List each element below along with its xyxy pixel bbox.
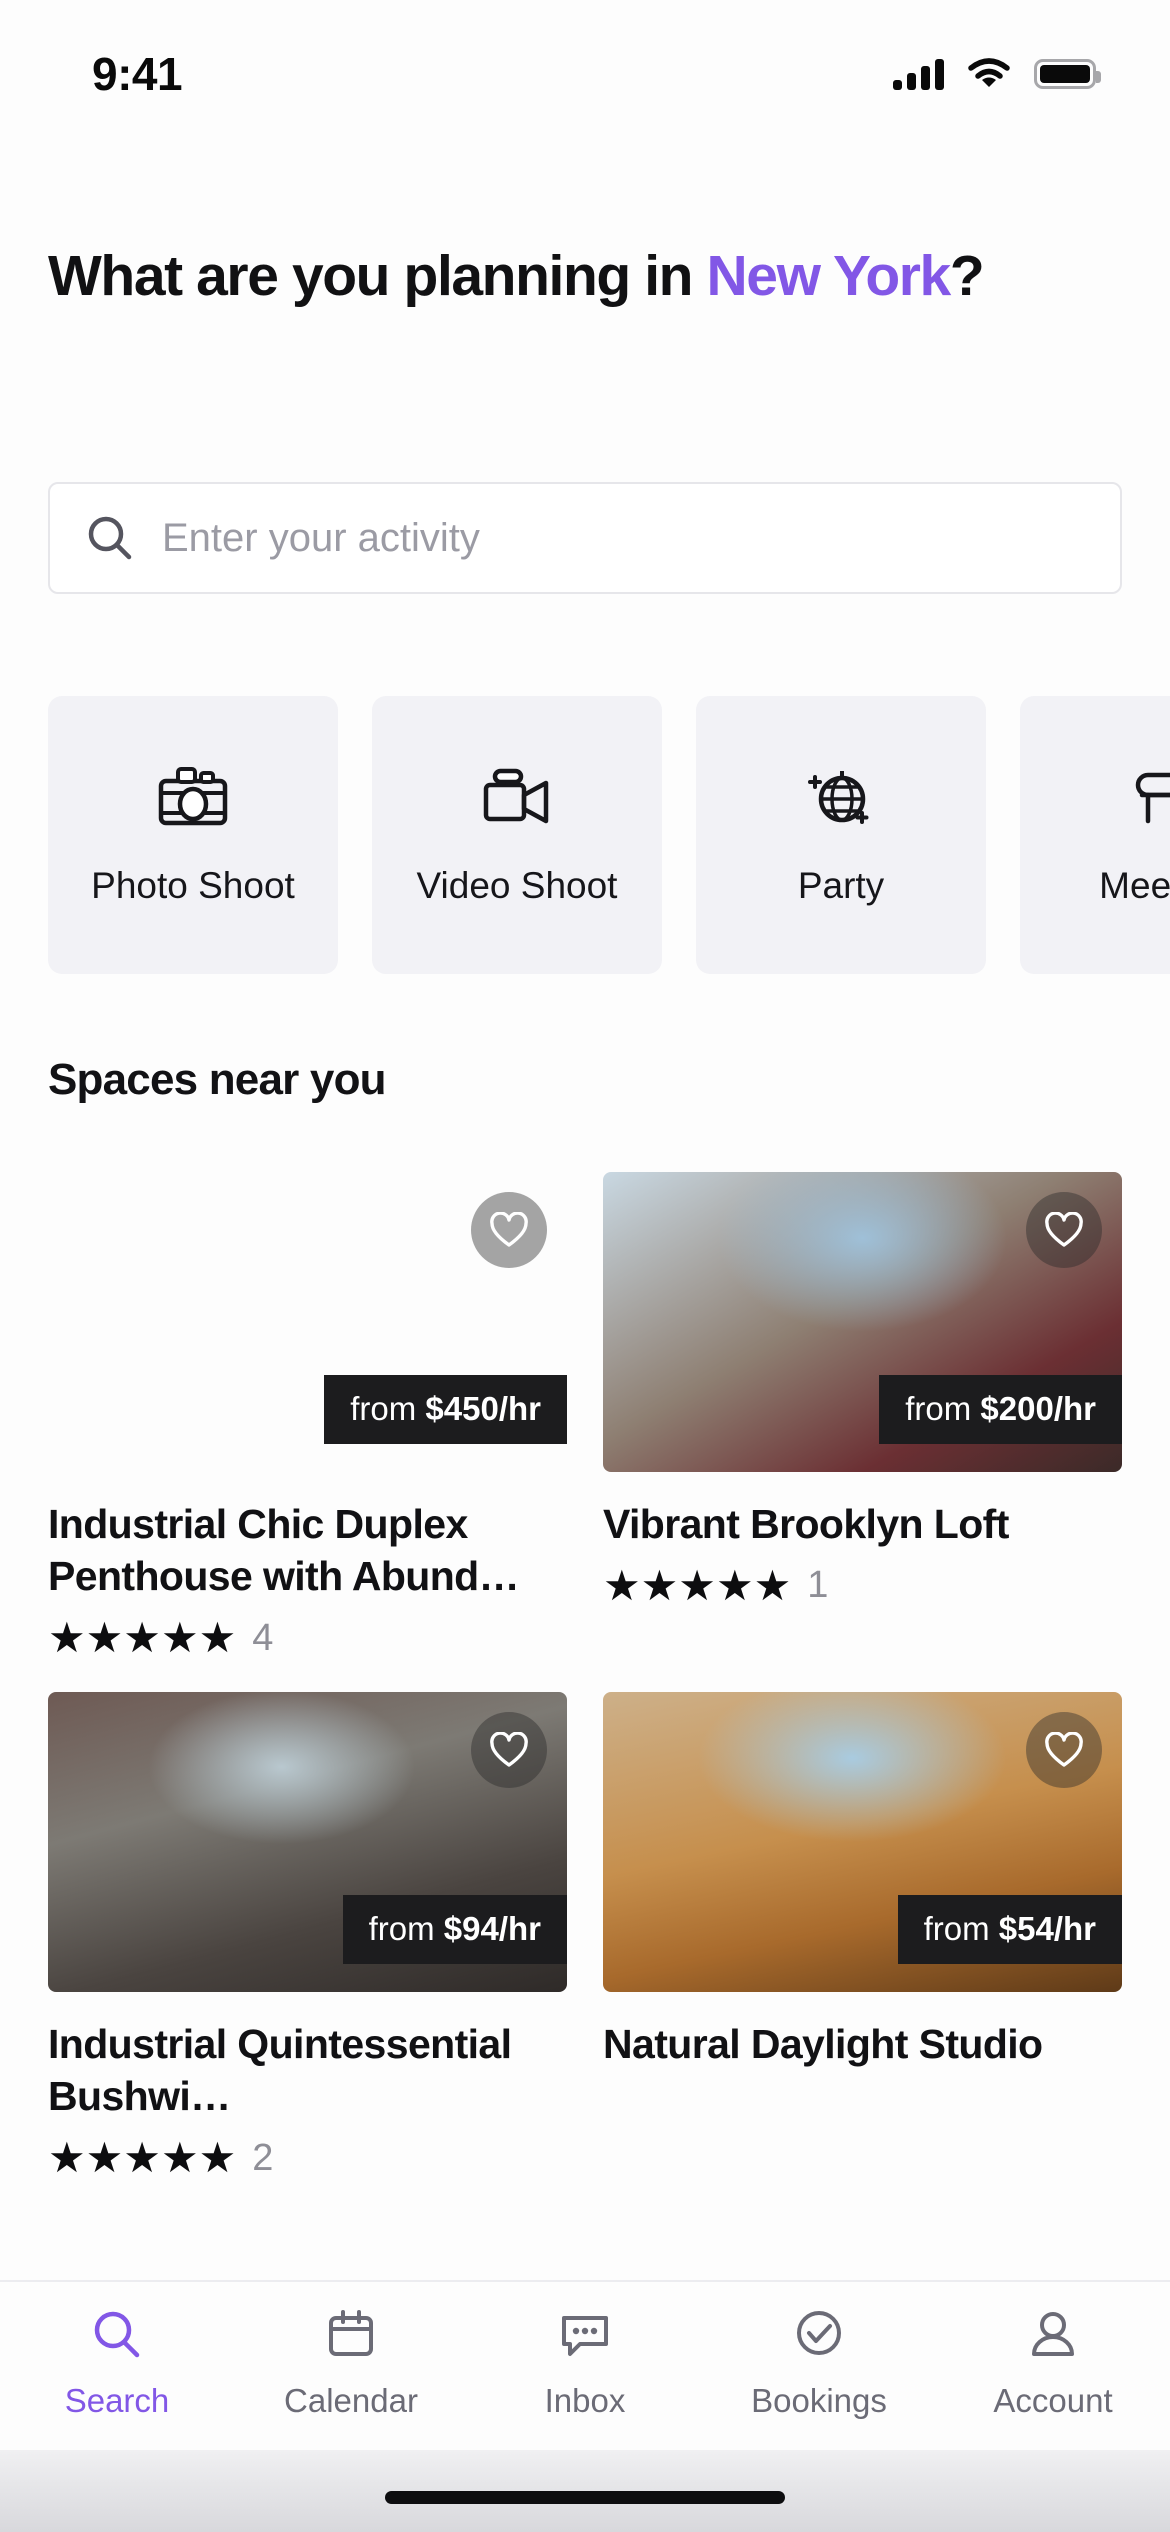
price-badge: from $54/hr <box>897 1894 1122 1964</box>
calendar-icon <box>329 2310 373 2356</box>
listing-photo[interactable]: from $200/hr <box>603 1172 1122 1472</box>
listing-photo[interactable]: from $450/hr <box>48 1172 567 1472</box>
search-icon <box>88 516 132 560</box>
disco-ball-icon <box>808 771 869 824</box>
search-icon <box>94 2311 140 2358</box>
price-prefix: from <box>368 1909 444 1947</box>
search-input[interactable]: Enter your activity <box>48 482 1122 594</box>
listing-card[interactable]: from $450/hr Industrial Chic Duplex Pent… <box>48 1172 567 1660</box>
battery-icon <box>1034 59 1101 89</box>
category-chip-photo-shoot[interactable]: Photo Shoot <box>48 696 338 974</box>
price-value: $450/hr <box>425 1390 541 1427</box>
page-title-prefix: What are you planning in <box>48 244 707 308</box>
search-placeholder: Enter your activity <box>162 515 480 560</box>
tab-label: Bookings <box>751 2382 887 2419</box>
listing-card[interactable]: from $94/hr Industrial Quintessential Bu… <box>48 1691 567 2180</box>
price-prefix: from <box>350 1390 426 1427</box>
status-bar: 9:41 <box>0 0 1170 140</box>
signal-bars-icon <box>893 58 944 90</box>
chat-bubble-icon <box>562 2316 608 2356</box>
chair-icon <box>1135 772 1170 824</box>
listing-photo[interactable]: from $94/hr <box>48 1691 567 1992</box>
price-badge: from $94/hr <box>342 1894 567 1964</box>
tab-label: Search <box>64 2382 170 2419</box>
favorite-button[interactable] <box>471 1711 547 1788</box>
listing-grid: from $450/hr Industrial Chic Duplex Pent… <box>48 1172 1122 2180</box>
listing-rating: ★★★★★ 1 <box>603 1564 1122 1607</box>
tab-inbox[interactable]: Inbox <box>468 2306 702 2420</box>
category-chip-video-shoot[interactable]: Video Shoot <box>372 696 662 974</box>
review-count: 4 <box>252 1616 274 1659</box>
listing-title: Natural Daylight Studio <box>603 2020 1043 2067</box>
page-title-suffix: ? <box>949 244 985 308</box>
check-circle-icon <box>797 2311 841 2355</box>
category-chip-meeting[interactable]: Meeting <box>1020 696 1170 974</box>
video-camera-icon <box>483 768 549 824</box>
tab-label: Inbox <box>544 2382 626 2419</box>
favorite-button[interactable] <box>471 1192 547 1268</box>
camera-icon <box>158 767 228 826</box>
tab-bookings[interactable]: Bookings <box>702 2306 936 2420</box>
price-badge: from $200/hr <box>879 1375 1122 1444</box>
price-value: $54/hr <box>998 1909 1096 1947</box>
star-rating-icon: ★★★★★ <box>48 2134 237 2182</box>
tab-label: Account <box>993 2382 1113 2419</box>
price-value: $94/hr <box>443 1909 541 1947</box>
tab-calendar[interactable]: Calendar <box>234 2306 468 2420</box>
tab-label: Calendar <box>284 2382 418 2419</box>
price-value: $200/hr <box>980 1390 1096 1427</box>
bottom-navigation: Search Calendar Inbox Bookings Account <box>0 2280 1170 2450</box>
category-chip-party[interactable]: Party <box>696 696 986 974</box>
review-count: 1 <box>807 1564 829 1607</box>
listing-title: Vibrant Brooklyn Loft <box>603 1501 1009 1547</box>
tab-account[interactable]: Account <box>936 2306 1170 2420</box>
person-icon <box>1032 2312 1074 2356</box>
favorite-button[interactable] <box>1026 1192 1102 1268</box>
heart-icon <box>490 1212 528 1247</box>
wifi-icon <box>968 58 1010 87</box>
listing-card[interactable]: from $54/hr Natural Daylight Studio <box>603 1691 1122 2180</box>
category-chip-row[interactable]: Photo Shoot Video Shoot Party Mee <box>48 696 1170 974</box>
page-title: What are you planning in New York? <box>48 244 1122 309</box>
review-count: 2 <box>252 2136 274 2179</box>
price-prefix: from <box>923 1909 999 1947</box>
star-rating-icon: ★★★★★ <box>603 1561 792 1609</box>
listing-title: Industrial Chic Duplex Penthouse with Ab… <box>48 1501 520 1600</box>
app-screen: 9:41 What are you planning in New York? … <box>0 0 1170 2532</box>
price-badge: from $450/hr <box>324 1375 567 1444</box>
section-title: Spaces near you <box>48 1055 387 1104</box>
status-indicators <box>893 58 1101 90</box>
listing-photo[interactable]: from $54/hr <box>603 1691 1122 1992</box>
favorite-button[interactable] <box>1026 1711 1102 1788</box>
category-chip-label: Meeting <box>1099 865 1170 906</box>
category-chip-label: Party <box>797 865 885 906</box>
category-chip-label: Photo Shoot <box>91 865 295 906</box>
category-chip-label: Video Shoot <box>416 865 618 906</box>
heart-icon <box>490 1731 528 1767</box>
listing-rating: ★★★★★ 4 <box>48 1617 567 1660</box>
home-indicator <box>385 2491 785 2504</box>
page-title-city: New York <box>706 244 952 308</box>
star-rating-icon: ★★★★★ <box>48 1614 237 1662</box>
status-time: 9:41 <box>92 48 183 100</box>
heart-icon <box>1045 1212 1083 1247</box>
heart-icon <box>1045 1731 1083 1767</box>
listing-rating: ★★★★★ 2 <box>48 2137 567 2180</box>
tab-search[interactable]: Search <box>0 2306 234 2420</box>
listing-title: Industrial Quintessential Bushwi… <box>48 2020 512 2120</box>
listing-card[interactable]: from $200/hr Vibrant Brooklyn Loft ★★★★★… <box>603 1172 1122 1660</box>
price-prefix: from <box>905 1390 981 1427</box>
